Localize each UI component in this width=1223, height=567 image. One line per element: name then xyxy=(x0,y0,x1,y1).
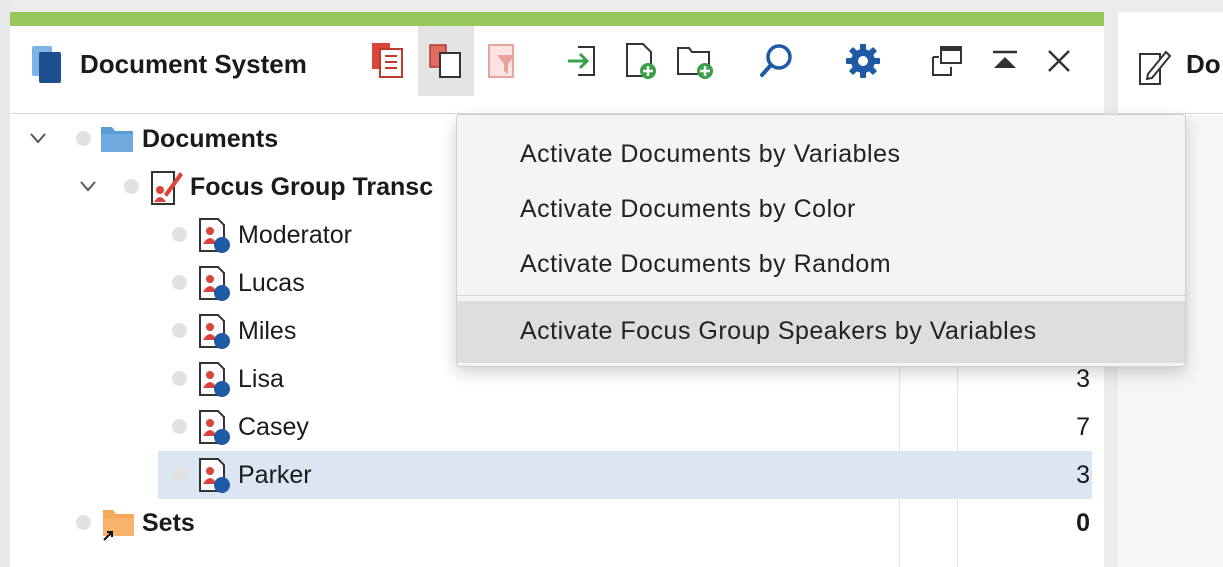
tree-row-speaker-selected[interactable]: Parker 3 xyxy=(10,451,1104,499)
focus-group-icon xyxy=(151,171,183,205)
chevron-down-icon[interactable] xyxy=(30,132,46,144)
activation-dot[interactable] xyxy=(172,371,187,386)
folder-icon xyxy=(101,127,133,152)
activation-dot[interactable] xyxy=(172,227,187,242)
gear-icon xyxy=(846,44,880,78)
activate-documents-button[interactable] xyxy=(361,26,415,96)
sets-folder-icon xyxy=(103,510,134,541)
new-document-icon xyxy=(626,43,656,79)
document-system-icon xyxy=(32,46,61,83)
right-panel-toolbar: Do xyxy=(1118,12,1223,114)
menu-item-activate-by-color[interactable]: Activate Documents by Color xyxy=(457,182,1185,236)
activation-dot[interactable] xyxy=(172,275,187,290)
edit-document-icon xyxy=(1139,50,1172,85)
tree-label-sets: Sets xyxy=(142,509,195,537)
new-folder-button[interactable] xyxy=(668,26,722,96)
coded-segments-count: 0 xyxy=(1076,509,1090,537)
menu-item-activate-by-variables[interactable]: Activate Documents by Variables xyxy=(457,127,1185,181)
panel-accent-bar xyxy=(10,12,1104,26)
speaker-document-icon xyxy=(199,362,230,397)
collapse-panel-button[interactable] xyxy=(978,26,1032,96)
menu-separator xyxy=(457,295,1185,296)
speaker-document-icon xyxy=(199,218,230,253)
menu-item-activate-focus-group-speakers[interactable]: Activate Focus Group Speakers by Variabl… xyxy=(457,301,1185,363)
coded-segments-count: 3 xyxy=(1076,365,1090,393)
right-panel-title: Do xyxy=(1186,49,1221,79)
import-icon xyxy=(568,46,595,76)
activation-dot[interactable] xyxy=(172,419,187,434)
activation-dot[interactable] xyxy=(172,467,187,482)
speaker-document-icon xyxy=(199,314,230,349)
speaker-document-icon xyxy=(199,410,230,445)
panel-toolbar: Document System xyxy=(10,26,1104,114)
tree-label-speaker: Miles xyxy=(238,317,297,345)
menu-item-activate-by-random[interactable]: Activate Documents by Random xyxy=(457,237,1185,291)
activation-dot[interactable] xyxy=(124,179,139,194)
tree-label-speaker: Lucas xyxy=(238,269,305,297)
activation-dot[interactable] xyxy=(76,131,91,146)
undock-window-button[interactable] xyxy=(920,26,974,96)
tree-row-speaker[interactable]: Casey 7 xyxy=(10,403,1104,451)
new-document-button[interactable] xyxy=(614,26,668,96)
tree-label-speaker: Parker xyxy=(238,461,312,489)
search-icon xyxy=(760,44,792,77)
new-folder-icon xyxy=(677,47,713,79)
collapse-panel-icon xyxy=(993,50,1017,68)
activate-menu-button[interactable] xyxy=(418,26,474,96)
activation-dot[interactable] xyxy=(172,323,187,338)
settings-button[interactable] xyxy=(836,26,890,96)
speaker-document-icon xyxy=(199,458,230,493)
tree-label-speaker: Moderator xyxy=(238,221,352,249)
undock-window-icon xyxy=(932,46,962,76)
tree-label-focus-group: Focus Group Transc xyxy=(190,173,434,201)
activate-menu-icon xyxy=(429,44,461,78)
filter-icon xyxy=(488,44,515,78)
coded-segments-count: 7 xyxy=(1076,413,1090,441)
close-icon xyxy=(1048,50,1070,72)
coded-segments-count: 3 xyxy=(1076,461,1090,489)
chevron-down-icon[interactable] xyxy=(80,180,96,192)
window-top-margin xyxy=(0,0,1223,12)
activation-dot[interactable] xyxy=(76,515,91,530)
window-left-margin xyxy=(0,0,10,567)
tree-label-speaker: Lisa xyxy=(238,365,284,393)
close-panel-button[interactable] xyxy=(1032,26,1086,96)
tree-label-speaker: Casey xyxy=(238,413,309,441)
tree-row-sets[interactable]: Sets 0 xyxy=(10,499,1104,547)
panel-title: Document System xyxy=(80,49,307,79)
speaker-document-icon xyxy=(199,266,230,301)
activate-documents-icon xyxy=(372,43,403,78)
import-button[interactable] xyxy=(555,26,609,96)
tree-label-documents: Documents xyxy=(142,125,279,153)
filter-button[interactable] xyxy=(476,26,530,96)
search-button[interactable] xyxy=(750,26,804,96)
activate-dropdown-menu: Activate Documents by Variables Activate… xyxy=(456,114,1186,367)
